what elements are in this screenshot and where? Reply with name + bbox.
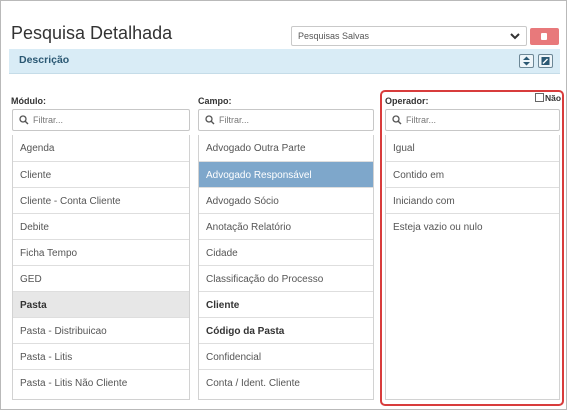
saved-searches-select[interactable]: Pesquisas Salvas: [291, 26, 527, 46]
operador-list: Igual Contido em Iniciando com Esteja vazio…: [385, 135, 560, 400]
operador-filter[interactable]: [385, 109, 560, 131]
list-item[interactable]: Advogado Outra Parte: [199, 135, 373, 161]
list-item[interactable]: Advogado Responsável: [199, 161, 373, 187]
list-item[interactable]: Pasta - Distribuicao: [13, 317, 189, 343]
detailed-search-window: Pesquisa Detalhada Pesquisas Salvas Desc…: [0, 0, 567, 410]
list-item[interactable]: Conta / Ident. Cliente: [199, 369, 373, 395]
list-item[interactable]: Cidade: [199, 239, 373, 265]
modulo-filter[interactable]: [12, 109, 190, 131]
list-item[interactable]: Cliente - Conta Cliente: [13, 187, 189, 213]
list-item[interactable]: Ficha Tempo: [13, 239, 189, 265]
description-label: Descrição: [19, 54, 70, 66]
page-title: Pesquisa Detalhada: [11, 23, 173, 43]
sort-button[interactable]: [519, 54, 534, 68]
nao-label: Não: [545, 93, 562, 103]
list-item[interactable]: Debite: [13, 213, 189, 239]
campo-list: Advogado Outra Parte Advogado Responsável…: [198, 135, 374, 400]
delete-saved-search-button[interactable]: [530, 28, 559, 45]
chevron-down-icon: [510, 33, 520, 40]
list-item[interactable]: Pasta: [13, 291, 189, 317]
list-item[interactable]: Advogado Sócio: [199, 187, 373, 213]
checkbox-icon: [535, 93, 544, 102]
list-item[interactable]: Agenda: [13, 135, 189, 161]
list-item[interactable]: Anotação Relatório: [199, 213, 373, 239]
sort-icon: [523, 56, 530, 66]
edit-button[interactable]: [538, 54, 553, 68]
operador-filter-input[interactable]: [406, 113, 546, 127]
list-item[interactable]: Iniciando com: [386, 187, 559, 213]
campo-label: Campo:: [198, 96, 232, 106]
operador-label: Operador:: [385, 96, 429, 106]
campo-filter-input[interactable]: [219, 113, 359, 127]
list-item[interactable]: Classificação do Processo: [199, 265, 373, 291]
list-item[interactable]: Pasta - Litis Não Cliente: [13, 369, 189, 395]
list-item[interactable]: Esteja vazio ou nulo: [386, 213, 559, 239]
modulo-label: Módulo:: [11, 96, 46, 106]
list-item[interactable]: Igual: [386, 135, 559, 161]
list-item[interactable]: Código da Pasta: [199, 317, 373, 343]
description-bar: Descrição: [9, 49, 560, 74]
edit-icon: [541, 57, 550, 65]
search-icon: [205, 115, 215, 125]
modulo-list: Agenda Cliente Cliente - Conta Cliente Debi…: [12, 135, 190, 400]
list-item[interactable]: Cliente: [199, 291, 373, 317]
search-icon: [392, 115, 402, 125]
trash-icon: [541, 33, 547, 40]
list-item[interactable]: Pasta - Litis: [13, 343, 189, 369]
search-icon: [19, 115, 29, 125]
list-item[interactable]: Confidencial: [199, 343, 373, 369]
list-item[interactable]: Contido em: [386, 161, 559, 187]
campo-filter[interactable]: [198, 109, 374, 131]
list-item[interactable]: Cliente: [13, 161, 189, 187]
nao-checkbox[interactable]: Não: [535, 93, 561, 103]
saved-searches-value: Pesquisas Salvas: [298, 31, 370, 41]
list-item[interactable]: GED: [13, 265, 189, 291]
modulo-filter-input[interactable]: [33, 113, 173, 127]
